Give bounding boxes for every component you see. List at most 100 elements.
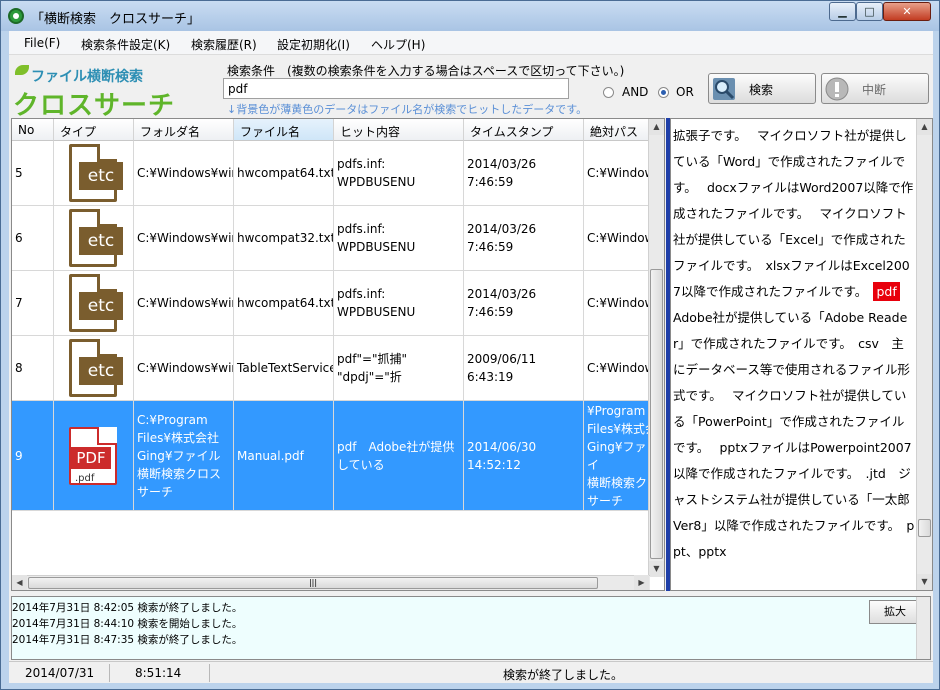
scroll-thumb[interactable] (650, 269, 663, 559)
column-header-path[interactable]: 絶対パス (584, 119, 650, 141)
cell-no: 9 (12, 401, 54, 510)
close-button[interactable]: ✕ (883, 2, 931, 21)
cell-path-text: C:¥Windows (587, 296, 650, 310)
cell-path: C:¥Windows (584, 336, 650, 400)
status-date: 2014/07/31 (25, 666, 95, 680)
log-scrollbar[interactable] (916, 597, 930, 659)
cell-type: etc (54, 206, 134, 270)
cell-hit-text: pdfs.inf: WPDBUSENU (337, 287, 416, 319)
menu-search-history[interactable]: 検索履歴(R) (191, 36, 257, 53)
menu-reset-settings[interactable]: 設定初期化(I) (277, 36, 350, 53)
search-button-label: 検索 (749, 83, 774, 97)
cell-timestamp: 2014/03/26 7:46:59 (464, 271, 584, 335)
scroll-up-arrow-icon[interactable]: ▲ (917, 119, 932, 135)
log-panel[interactable]: 2014年7月31日 8:42:05 検索が終了しました。 2014年7月31日… (11, 596, 931, 660)
column-header-no[interactable]: No (12, 119, 54, 141)
maximize-button[interactable]: □ (856, 2, 883, 21)
cell-timestamp: 2014/03/26 7:46:59 (464, 206, 584, 270)
log-line: 2014年7月31日 8:47:35 検索が終了しました。 (12, 634, 243, 646)
cell-path: C:¥Program Files¥株式会 Ging¥ファイ 横断検索ク サーチ … (584, 401, 650, 510)
pdf-file-icon: PDF .pdf (65, 425, 123, 487)
stop-button[interactable]: 中断 (821, 73, 929, 104)
menu-bar: File(F) 検索条件設定(K) 検索履歴(R) 設定初期化(I) ヘルプ(H… (9, 31, 933, 55)
scroll-thumb-horizontal[interactable]: ||| (28, 577, 598, 589)
cell-timestamp-text: 2014/03/26 7:46:59 (467, 222, 537, 254)
cell-folder-text: C:¥Windows¥winsxs¥ (137, 166, 233, 180)
and-radio[interactable] (603, 87, 614, 98)
cell-timestamp-text: 2014/03/26 7:46:59 (467, 157, 537, 189)
search-input[interactable] (223, 78, 569, 99)
cell-folder: C:¥Windows¥winsxs¥ (134, 336, 234, 400)
search-button[interactable]: 検索 (708, 73, 816, 104)
menu-search-settings[interactable]: 検索条件設定(K) (81, 36, 170, 53)
file-icon-label: etc (79, 162, 123, 190)
table-row-selected[interactable]: 9 PDF .pdf C:¥Program Files¥株式会社 Ging¥ファイ… (12, 401, 650, 511)
client-area: File(F) 検索条件設定(K) 検索履歴(R) 設定初期化(I) ヘルプ(H… (9, 31, 933, 683)
results-vertical-scrollbar[interactable]: ▲ ▼ (648, 119, 664, 577)
and-radio-label: AND (622, 85, 649, 99)
minimize-button[interactable]: ▁ (829, 2, 856, 21)
column-header-type[interactable]: タイプ (54, 119, 134, 141)
cell-folder-text: C:¥Program Files¥株式会社 Ging¥ファイル 横断検索クロス … (137, 412, 222, 499)
title-bar[interactable]: 「横断検索 クロスサーチ」 ▁ □ ✕ (1, 1, 939, 31)
search-condition-label: 検索条件 (複数の検索条件を入力する場合はスペースで区切って下さい。) (227, 64, 625, 78)
table-row[interactable]: 5 etc C:¥Windows¥winsxs¥ hwcompat64.txt … (12, 141, 650, 206)
file-icon-label: etc (79, 357, 123, 385)
cell-file: Manual.pdf (234, 401, 334, 510)
column-header-file[interactable]: ファイル名 (234, 119, 334, 141)
column-header-timestamp[interactable]: タイムスタンプ (464, 119, 584, 141)
scroll-left-arrow-icon[interactable]: ◀ (12, 575, 27, 590)
preview-text-before: 拡張子です。 マイクロソフト社が提供している「Word」で作成されたファイルです… (673, 128, 914, 299)
preview-pane[interactable]: 拡張子です。 マイクロソフト社が提供している「Word」で作成されたファイルです… (670, 118, 933, 591)
column-header-hit[interactable]: ヒット内容 (334, 119, 464, 141)
cell-folder-text: C:¥Windows¥winsxs¥ (137, 361, 233, 375)
cell-no-text: 6 (15, 231, 23, 245)
cell-hit: pdf Adobe社が提供 している (334, 401, 464, 510)
scroll-right-arrow-icon[interactable]: ▶ (634, 575, 649, 590)
scroll-down-arrow-icon[interactable]: ▼ (649, 561, 664, 577)
cell-path-text: C:¥Windows (587, 166, 650, 180)
status-divider (209, 664, 210, 682)
cell-timestamp-text: 2014/06/30 14:52:12 (467, 439, 537, 472)
expand-button[interactable]: 拡大 (869, 600, 921, 624)
file-icon-label: etc (79, 227, 123, 255)
results-grid[interactable]: No タイプ フォルダ名 ファイル名 ヒット内容 タイムスタンプ 絶対パス 5 … (11, 118, 665, 591)
menu-file[interactable]: File(F) (24, 36, 60, 50)
menu-help[interactable]: ヘルプ(H) (371, 36, 425, 53)
cell-timestamp-text: 2009/06/11 6:43:19 (467, 352, 537, 384)
etc-file-icon: etc (65, 272, 123, 334)
scroll-up-arrow-icon[interactable]: ▲ (649, 119, 664, 135)
cell-hit: pdf"="抓捕" "dpdj"="折 (334, 336, 464, 400)
cell-file-text: hwcompat64.txt (237, 296, 334, 310)
search-icon (713, 78, 735, 100)
or-radio-label: OR (676, 85, 694, 99)
file-icon-label: etc (79, 292, 123, 320)
status-message: 検索が終了しました。 (503, 668, 624, 682)
column-header-folder[interactable]: フォルダ名 (134, 119, 234, 141)
or-radio[interactable] (658, 87, 669, 98)
cell-timestamp: 2014/06/30 14:52:12 (464, 401, 584, 510)
preview-vertical-scrollbar[interactable]: ▲ ▼ (916, 119, 932, 590)
log-line: 2014年7月31日 8:42:05 検索が終了しました。 (12, 602, 243, 614)
log-line: 2014年7月31日 8:44:10 検索を開始しました。 (12, 618, 243, 630)
cell-path-text: C:¥Program Files¥株式会 Ging¥ファイ 横断検索ク サーチ … (587, 403, 650, 508)
cell-file: hwcompat64.txt (234, 271, 334, 335)
stop-button-label: 中断 (862, 83, 887, 97)
status-bar: 2014/07/31 8:51:14 検索が終了しました。 (9, 661, 933, 683)
results-horizontal-scrollbar[interactable]: ◀ ||| ▶ (12, 575, 650, 590)
table-row[interactable]: 6 etc C:¥Windows¥winsxs¥ hwcompat32.txt … (12, 206, 650, 271)
cell-folder: C:¥Windows¥winsxs¥ (134, 206, 234, 270)
logo-subtitle: ファイル横断検索 (31, 69, 143, 85)
table-row[interactable]: 7 etc C:¥Windows¥winsxs¥ hwcompat64.txt … (12, 271, 650, 336)
cell-hit: pdfs.inf: WPDBUSENU (334, 141, 464, 205)
etc-file-icon: etc (65, 142, 123, 204)
preview-highlight: pdf (873, 282, 900, 301)
app-icon[interactable] (8, 8, 24, 24)
cell-type: etc (54, 336, 134, 400)
table-row[interactable]: 8 etc C:¥Windows¥winsxs¥ TableTextServic… (12, 336, 650, 401)
cell-file: TableTextService (234, 336, 334, 400)
status-divider (109, 664, 110, 682)
scroll-thumb[interactable] (918, 519, 931, 537)
cell-path: C:¥Windows (584, 271, 650, 335)
scroll-down-arrow-icon[interactable]: ▼ (917, 574, 932, 590)
